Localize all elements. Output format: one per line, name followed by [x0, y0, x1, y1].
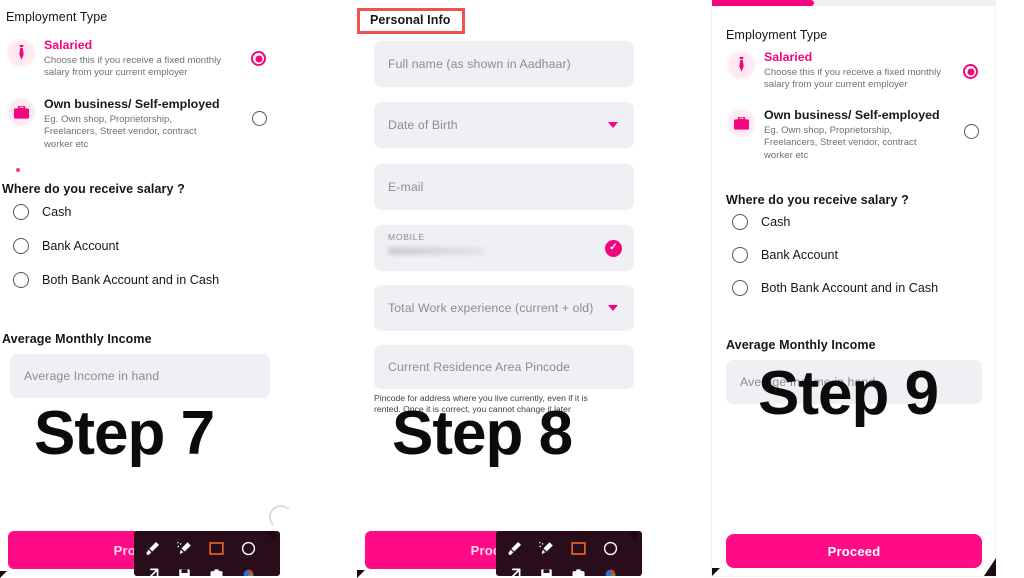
panel3-salary-option-both[interactable]: Both Bank Account and in Cash	[732, 280, 938, 296]
panel2-mobile-masked-value	[388, 247, 484, 255]
briefcase-icon	[6, 97, 36, 127]
annotation-toolbar-left[interactable]	[134, 531, 280, 576]
panel3-income-label: Average Monthly Income	[726, 338, 876, 352]
camera-icon[interactable]	[200, 561, 232, 576]
annotation-step8-label: Step 8	[392, 399, 573, 468]
brush-icon[interactable]	[498, 535, 530, 561]
panel2-fullname-placeholder: Full name (as shown in Aadhaar)	[388, 57, 571, 71]
panel3-progress-track	[712, 0, 995, 6]
briefcase-icon	[726, 108, 756, 138]
brush-icon[interactable]	[136, 535, 168, 561]
panel3-radio-salaried[interactable]	[963, 64, 978, 79]
panel2-work-experience-placeholder: Total Work experience (current + old)	[388, 301, 594, 315]
panel3-option-salaried-title: Salaried	[764, 50, 813, 64]
panel3-option-own-business-title: Own business/ Self-employed	[764, 108, 940, 122]
panel3-radio-cash[interactable]	[732, 214, 748, 230]
toolbar-handle-left[interactable]	[269, 505, 293, 529]
panel1-income-label: Average Monthly Income	[2, 332, 152, 346]
panel1-option-salaried-title: Salaried	[44, 38, 93, 52]
panel1-salary-option-both[interactable]: Both Bank Account and in Cash	[13, 272, 219, 288]
panel3-option-salaried-subtitle: Choose this if you receive a fixed month…	[764, 67, 942, 91]
panel1-employment-type-heading: Employment Type	[6, 10, 108, 24]
toolbar-corner-fold-left	[264, 531, 275, 542]
annotation-step7-label: Step 7	[34, 399, 215, 468]
panel2-email-placeholder: E-mail	[388, 180, 424, 194]
panel1-salary-option-cash-label: Cash	[42, 205, 72, 219]
panel3-salary-question: Where do you receive salary ?	[726, 193, 909, 207]
panel3-salary-option-bank[interactable]: Bank Account	[732, 247, 838, 263]
tie-icon	[726, 50, 756, 80]
panel3-option-salaried[interactable]: Salaried Choose this if you receive a fi…	[726, 50, 976, 92]
panel1-option-salaried[interactable]: Salaried Choose this if you receive a fi…	[6, 38, 256, 80]
panel1-salary-question: Where do you receive salary ?	[2, 182, 185, 196]
panel2-mobile-input[interactable]: MOBILE ✓	[374, 225, 634, 271]
panel2-fullname-input[interactable]: Full name (as shown in Aadhaar)	[374, 41, 634, 87]
panel3-option-own-business-subtitle: Eg. Own shop, Proprietorship, Freelancer…	[764, 125, 917, 161]
rectangle-icon[interactable]	[200, 535, 232, 561]
marker-icon[interactable]	[168, 535, 200, 561]
panel1-option-own-business-title: Own business/ Self-employed	[44, 97, 220, 111]
rectangle-icon[interactable]	[562, 535, 594, 561]
panel1-radio-both[interactable]	[13, 272, 29, 288]
save-icon[interactable]	[530, 561, 562, 576]
annotation-rectangle-personal-info	[357, 8, 465, 34]
chevron-down-icon	[608, 122, 618, 128]
panel3-salary-option-bank-label: Bank Account	[761, 248, 839, 262]
panel3-salary-option-both-label: Both Bank Account and in Cash	[761, 281, 939, 295]
panel1-income-input[interactable]: Average Income in hand	[10, 354, 270, 398]
screenshot-canvas: Employment Type Salaried Choose this if …	[0, 0, 1024, 578]
tie-icon	[6, 38, 36, 68]
panel3-option-own-business[interactable]: Own business/ Self-employed Eg. Own shop…	[726, 108, 976, 162]
annotation-step9-label: Step 9	[758, 359, 939, 428]
marker-icon[interactable]	[530, 535, 562, 561]
panel2-mobile-label: MOBILE	[388, 232, 425, 242]
arrow-icon[interactable]	[498, 561, 530, 576]
toolbar-corner-fold-middle	[626, 531, 637, 542]
ellipse-icon[interactable]	[232, 535, 264, 561]
panel3-radio-both[interactable]	[732, 280, 748, 296]
panel2-pincode-placeholder: Current Residence Area Pincode	[388, 360, 571, 374]
step7-phone-panel: Employment Type Salaried Choose this if …	[0, 0, 282, 576]
panel2-dob-placeholder: Date of Birth	[388, 118, 458, 132]
panel3-radio-own-business[interactable]	[964, 124, 979, 139]
panel1-radio-salaried[interactable]	[251, 51, 266, 66]
panel1-radio-own-business[interactable]	[252, 111, 267, 126]
panel1-salary-option-both-label: Both Bank Account and in Cash	[42, 273, 220, 287]
step9-phone-panel: Employment Type Salaried Choose this if …	[712, 0, 995, 576]
save-icon[interactable]	[168, 561, 200, 576]
panel1-income-placeholder: Average Income in hand	[24, 369, 160, 383]
color-wheel-icon[interactable]	[594, 561, 626, 576]
panel3-proceed-button[interactable]: Proceed	[726, 534, 982, 568]
panel1-radio-cash[interactable]	[13, 204, 29, 220]
panel3-progress-fill	[712, 0, 814, 6]
panel1-option-own-business[interactable]: Own business/ Self-employed Eg. Own shop…	[6, 97, 256, 151]
panel1-salary-option-bank-label: Bank Account	[42, 239, 120, 253]
arrow-icon[interactable]	[136, 561, 168, 576]
panel2-dob-dropdown[interactable]: Date of Birth	[374, 102, 634, 148]
color-wheel-icon[interactable]	[232, 561, 264, 576]
camera-icon[interactable]	[562, 561, 594, 576]
panel1-bullet-marker	[16, 168, 20, 172]
verified-check-icon: ✓	[605, 239, 622, 257]
panel1-option-own-business-subtitle: Eg. Own shop, Proprietorship, Freelancer…	[44, 114, 197, 150]
ellipse-icon[interactable]	[594, 535, 626, 561]
panel3-salary-option-cash[interactable]: Cash	[732, 214, 790, 230]
panel2-email-input[interactable]: E-mail	[374, 164, 634, 210]
panel3-employment-type-heading: Employment Type	[726, 28, 828, 42]
panel1-option-salaried-subtitle: Choose this if you receive a fixed month…	[44, 55, 222, 79]
panel1-salary-option-cash[interactable]: Cash	[13, 204, 71, 220]
chevron-down-icon	[608, 305, 618, 311]
panel2-work-experience-dropdown[interactable]: Total Work experience (current + old)	[374, 285, 634, 331]
panel1-radio-bank-account[interactable]	[13, 238, 29, 254]
annotation-toolbar-middle[interactable]	[496, 531, 642, 576]
panel1-salary-option-bank[interactable]: Bank Account	[13, 238, 119, 254]
step8-phone-panel: Personal Info Full name (as shown in Aad…	[357, 0, 642, 576]
panel3-radio-bank-account[interactable]	[732, 247, 748, 263]
panel2-pincode-input[interactable]: Current Residence Area Pincode	[374, 345, 634, 389]
panel3-salary-option-cash-label: Cash	[761, 215, 791, 229]
